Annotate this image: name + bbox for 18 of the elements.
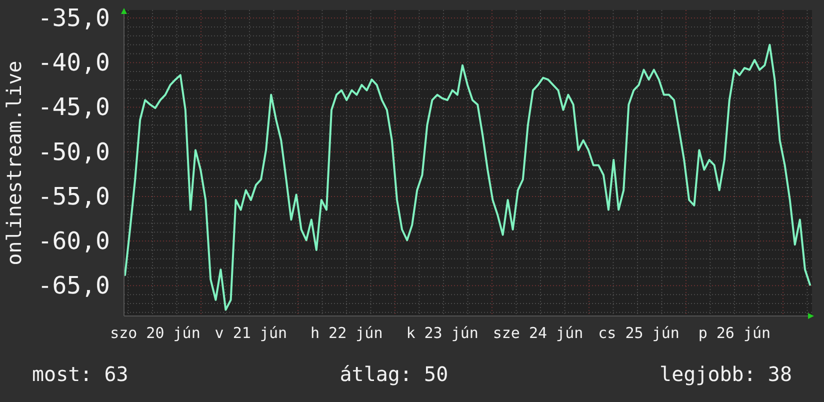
axis-tick-label: -40,0 [38, 48, 110, 77]
axis-tick-label: szo 20 jún [110, 324, 200, 342]
axis-tick-label: cs 25 jún [598, 324, 680, 342]
axis-tick-label: -60,0 [38, 227, 110, 256]
axis-tick-label: p 26 jún [698, 324, 771, 342]
axis-tick-label: h 22 jún [310, 324, 383, 342]
axis-tick-label: -45,0 [38, 93, 110, 122]
axis-tick-label: -50,0 [38, 138, 110, 166]
axis-tick-label: -55,0 [38, 182, 110, 210]
axis-title: onlinestream.live [2, 60, 26, 266]
axis-tick-label: -35,0 [38, 4, 110, 32]
axis-tick-label: sze 24 jún [492, 324, 584, 342]
axis-tick-label: -65,0 [38, 272, 110, 300]
stat-text: legjobb: 38 [660, 362, 792, 386]
axis-tick-label: v 21 jún [214, 324, 288, 342]
stat-text: átlag: 50 [340, 362, 448, 386]
axis-tick-label: k 23 jún [406, 324, 478, 342]
stat-text: most: 63 [32, 362, 128, 386]
